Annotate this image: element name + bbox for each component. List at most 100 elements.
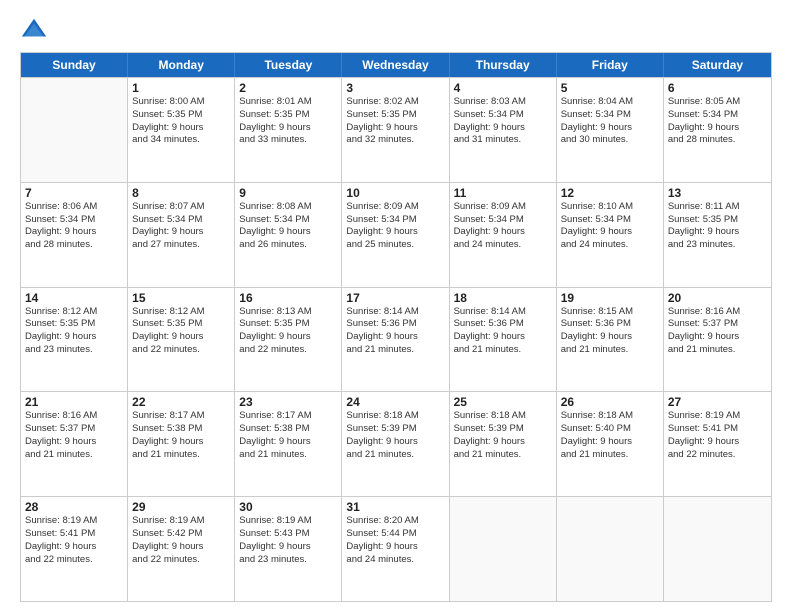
day-info: Sunrise: 8:14 AMSunset: 5:36 PMDaylight:… [346,306,444,357]
day-number: 11 [454,186,552,200]
cal-cell-4: 4Sunrise: 8:03 AMSunset: 5:34 PMDaylight… [450,78,557,182]
day-number: 10 [346,186,444,200]
cal-cell-empty-0-0 [21,78,128,182]
weekday-header-tuesday: Tuesday [235,53,342,77]
cal-cell-21: 21Sunrise: 8:16 AMSunset: 5:37 PMDayligh… [21,392,128,496]
cal-cell-11: 11Sunrise: 8:09 AMSunset: 5:34 PMDayligh… [450,183,557,287]
day-info: Sunrise: 8:19 AMSunset: 5:41 PMDaylight:… [25,515,123,566]
day-info: Sunrise: 8:18 AMSunset: 5:39 PMDaylight:… [454,410,552,461]
day-info: Sunrise: 8:17 AMSunset: 5:38 PMDaylight:… [132,410,230,461]
cal-cell-15: 15Sunrise: 8:12 AMSunset: 5:35 PMDayligh… [128,288,235,392]
cal-cell-14: 14Sunrise: 8:12 AMSunset: 5:35 PMDayligh… [21,288,128,392]
logo-icon [20,16,48,44]
day-info: Sunrise: 8:09 AMSunset: 5:34 PMDaylight:… [346,201,444,252]
cal-cell-17: 17Sunrise: 8:14 AMSunset: 5:36 PMDayligh… [342,288,449,392]
cal-cell-25: 25Sunrise: 8:18 AMSunset: 5:39 PMDayligh… [450,392,557,496]
day-number: 9 [239,186,337,200]
day-info: Sunrise: 8:18 AMSunset: 5:40 PMDaylight:… [561,410,659,461]
day-number: 22 [132,395,230,409]
day-number: 23 [239,395,337,409]
weekday-header-saturday: Saturday [664,53,771,77]
cal-cell-8: 8Sunrise: 8:07 AMSunset: 5:34 PMDaylight… [128,183,235,287]
day-info: Sunrise: 8:00 AMSunset: 5:35 PMDaylight:… [132,96,230,147]
cal-cell-16: 16Sunrise: 8:13 AMSunset: 5:35 PMDayligh… [235,288,342,392]
day-info: Sunrise: 8:12 AMSunset: 5:35 PMDaylight:… [132,306,230,357]
cal-cell-9: 9Sunrise: 8:08 AMSunset: 5:34 PMDaylight… [235,183,342,287]
weekday-header-friday: Friday [557,53,664,77]
day-number: 26 [561,395,659,409]
cal-cell-2: 2Sunrise: 8:01 AMSunset: 5:35 PMDaylight… [235,78,342,182]
day-number: 6 [668,81,767,95]
day-info: Sunrise: 8:13 AMSunset: 5:35 PMDaylight:… [239,306,337,357]
day-info: Sunrise: 8:19 AMSunset: 5:43 PMDaylight:… [239,515,337,566]
cal-cell-26: 26Sunrise: 8:18 AMSunset: 5:40 PMDayligh… [557,392,664,496]
day-number: 28 [25,500,123,514]
day-number: 1 [132,81,230,95]
cal-cell-20: 20Sunrise: 8:16 AMSunset: 5:37 PMDayligh… [664,288,771,392]
calendar-row-4: 21Sunrise: 8:16 AMSunset: 5:37 PMDayligh… [21,391,771,496]
day-info: Sunrise: 8:03 AMSunset: 5:34 PMDaylight:… [454,96,552,147]
day-number: 17 [346,291,444,305]
cal-cell-empty-4-4 [450,497,557,601]
day-info: Sunrise: 8:09 AMSunset: 5:34 PMDaylight:… [454,201,552,252]
weekday-header-thursday: Thursday [450,53,557,77]
day-number: 15 [132,291,230,305]
weekday-header-wednesday: Wednesday [342,53,449,77]
day-number: 25 [454,395,552,409]
calendar-row-3: 14Sunrise: 8:12 AMSunset: 5:35 PMDayligh… [21,287,771,392]
cal-cell-24: 24Sunrise: 8:18 AMSunset: 5:39 PMDayligh… [342,392,449,496]
day-info: Sunrise: 8:14 AMSunset: 5:36 PMDaylight:… [454,306,552,357]
day-number: 4 [454,81,552,95]
day-number: 31 [346,500,444,514]
day-info: Sunrise: 8:05 AMSunset: 5:34 PMDaylight:… [668,96,767,147]
day-number: 29 [132,500,230,514]
cal-cell-empty-4-6 [664,497,771,601]
day-number: 20 [668,291,767,305]
day-info: Sunrise: 8:16 AMSunset: 5:37 PMDaylight:… [25,410,123,461]
cal-cell-18: 18Sunrise: 8:14 AMSunset: 5:36 PMDayligh… [450,288,557,392]
day-number: 14 [25,291,123,305]
day-number: 8 [132,186,230,200]
cal-cell-28: 28Sunrise: 8:19 AMSunset: 5:41 PMDayligh… [21,497,128,601]
day-number: 24 [346,395,444,409]
page: SundayMondayTuesdayWednesdayThursdayFrid… [0,0,792,612]
cal-cell-1: 1Sunrise: 8:00 AMSunset: 5:35 PMDaylight… [128,78,235,182]
day-info: Sunrise: 8:04 AMSunset: 5:34 PMDaylight:… [561,96,659,147]
day-number: 5 [561,81,659,95]
day-number: 21 [25,395,123,409]
day-info: Sunrise: 8:20 AMSunset: 5:44 PMDaylight:… [346,515,444,566]
cal-cell-3: 3Sunrise: 8:02 AMSunset: 5:35 PMDaylight… [342,78,449,182]
cal-cell-5: 5Sunrise: 8:04 AMSunset: 5:34 PMDaylight… [557,78,664,182]
cal-cell-27: 27Sunrise: 8:19 AMSunset: 5:41 PMDayligh… [664,392,771,496]
calendar-body: 1Sunrise: 8:00 AMSunset: 5:35 PMDaylight… [21,77,771,601]
day-info: Sunrise: 8:10 AMSunset: 5:34 PMDaylight:… [561,201,659,252]
day-info: Sunrise: 8:12 AMSunset: 5:35 PMDaylight:… [25,306,123,357]
weekday-header-sunday: Sunday [21,53,128,77]
cal-cell-19: 19Sunrise: 8:15 AMSunset: 5:36 PMDayligh… [557,288,664,392]
calendar: SundayMondayTuesdayWednesdayThursdayFrid… [20,52,772,602]
day-info: Sunrise: 8:08 AMSunset: 5:34 PMDaylight:… [239,201,337,252]
day-info: Sunrise: 8:17 AMSunset: 5:38 PMDaylight:… [239,410,337,461]
day-number: 13 [668,186,767,200]
day-info: Sunrise: 8:01 AMSunset: 5:35 PMDaylight:… [239,96,337,147]
day-info: Sunrise: 8:19 AMSunset: 5:42 PMDaylight:… [132,515,230,566]
cal-cell-10: 10Sunrise: 8:09 AMSunset: 5:34 PMDayligh… [342,183,449,287]
calendar-row-5: 28Sunrise: 8:19 AMSunset: 5:41 PMDayligh… [21,496,771,601]
day-number: 27 [668,395,767,409]
cal-cell-23: 23Sunrise: 8:17 AMSunset: 5:38 PMDayligh… [235,392,342,496]
day-info: Sunrise: 8:07 AMSunset: 5:34 PMDaylight:… [132,201,230,252]
day-info: Sunrise: 8:19 AMSunset: 5:41 PMDaylight:… [668,410,767,461]
cal-cell-13: 13Sunrise: 8:11 AMSunset: 5:35 PMDayligh… [664,183,771,287]
day-number: 16 [239,291,337,305]
day-info: Sunrise: 8:06 AMSunset: 5:34 PMDaylight:… [25,201,123,252]
day-number: 30 [239,500,337,514]
weekday-header-monday: Monday [128,53,235,77]
day-info: Sunrise: 8:11 AMSunset: 5:35 PMDaylight:… [668,201,767,252]
day-number: 3 [346,81,444,95]
cal-cell-empty-4-5 [557,497,664,601]
calendar-row-1: 1Sunrise: 8:00 AMSunset: 5:35 PMDaylight… [21,77,771,182]
cal-cell-22: 22Sunrise: 8:17 AMSunset: 5:38 PMDayligh… [128,392,235,496]
day-info: Sunrise: 8:02 AMSunset: 5:35 PMDaylight:… [346,96,444,147]
header [20,16,772,44]
cal-cell-6: 6Sunrise: 8:05 AMSunset: 5:34 PMDaylight… [664,78,771,182]
